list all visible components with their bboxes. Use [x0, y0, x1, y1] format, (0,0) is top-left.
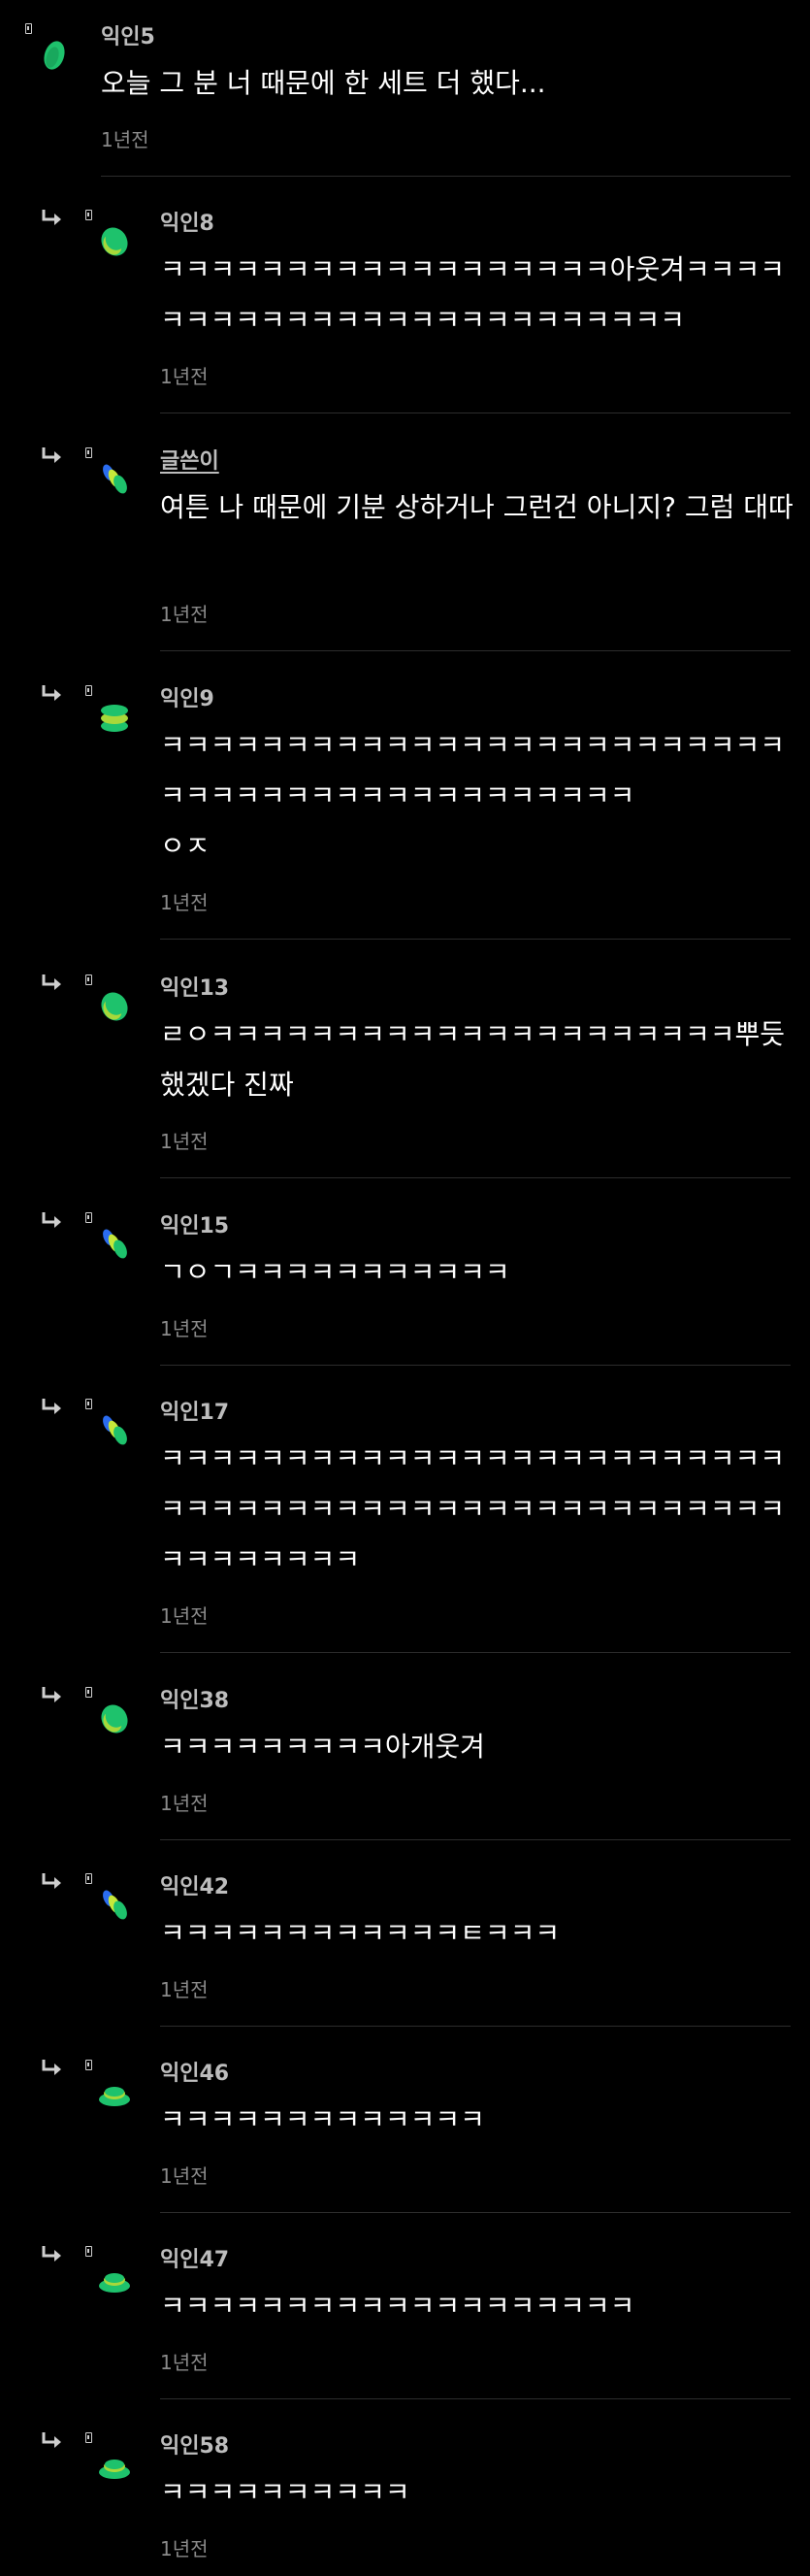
comment-divider	[160, 939, 791, 940]
green-oval-avatar-icon[interactable]	[96, 223, 133, 260]
comment-author[interactable]: 익인42	[160, 1869, 229, 1900]
comment-body: ㅋㅋㅋㅋㅋㅋㅋㅋㅋㅋㅋㅋㅋㅋㅋㅋㅋㅋㅋㅋㅋㅋㅋㅋㅋㅋㅋㅋㅋㅋㅋㅋㅋㅋㅋㅋㅋㅋㅋㅋ…	[160, 729, 786, 862]
comment-body: ㅋㅋㅋㅋㅋㅋㅋㅋㅋㅋㅋㅋㅋㅋㅋㅋㅋㅋㅋ	[160, 2290, 635, 2322]
comment-timestamp: 1년전	[160, 603, 209, 626]
comment-divider	[160, 650, 791, 651]
comment-body: ㅋㅋㅋㅋㅋㅋㅋㅋㅋ아개웃겨	[160, 1731, 485, 1763]
comment-author[interactable]: 익인38	[160, 1683, 229, 1714]
stacked-discs-avatar-icon[interactable]	[96, 699, 133, 736]
comment-author-op[interactable]: 글쓴이	[160, 444, 219, 475]
comment-timestamp: 1년전	[160, 1978, 209, 2001]
comment-body: 여튼 나 때문에 기분 상하거나 그런건 아니지? 그럼 대따	[160, 491, 794, 523]
reply-arrow-icon	[42, 210, 61, 225]
bookmark-icon[interactable]	[85, 447, 92, 458]
reply-arrow-icon	[42, 1399, 61, 1414]
comment-item: 익인5 오늘 그 분 너 때문에 한 세트 더 했다... 1년전	[0, 19, 810, 180]
reply-arrow-icon	[42, 2060, 61, 2075]
comment-list: 익인5 오늘 그 분 너 때문에 한 세트 더 했다... 1년전 익인8 ㅋㅋ…	[0, 0, 810, 2576]
bookmark-icon[interactable]	[85, 2246, 92, 2257]
comment-timestamp: 1년전	[160, 2351, 209, 2374]
comment-reply-item: 익인17 ㅋㅋㅋㅋㅋㅋㅋㅋㅋㅋㅋㅋㅋㅋㅋㅋㅋㅋㅋㅋㅋㅋㅋㅋㅋㅋㅋㅋㅋㅋㅋㅋㅋㅋㅋ…	[0, 1395, 810, 1655]
comment-reply-item: 익인47 ㅋㅋㅋㅋㅋㅋㅋㅋㅋㅋㅋㅋㅋㅋㅋㅋㅋㅋㅋ 1년전	[0, 2242, 810, 2400]
reply-arrow-icon	[42, 974, 61, 990]
reply-arrow-icon	[42, 1687, 61, 1702]
comment-author[interactable]: 익인17	[160, 1395, 229, 1426]
comment-author[interactable]: 익인47	[160, 2242, 229, 2273]
comment-divider	[160, 1652, 791, 1653]
comment-author[interactable]: 익인9	[160, 681, 214, 712]
green-oval-avatar-icon[interactable]	[96, 988, 133, 1025]
comment-author[interactable]: 익인15	[160, 1208, 229, 1239]
green-mound-avatar-icon[interactable]	[96, 2446, 133, 2483]
comment-timestamp: 1년전	[160, 1317, 209, 1340]
comment-reply-item: 익인15 ㄱㅇㄱㅋㅋㅋㅋㅋㅋㅋㅋㅋㅋㅋ 1년전	[0, 1208, 810, 1367]
comment-author[interactable]: 익인13	[160, 971, 229, 1002]
bookmark-icon[interactable]	[85, 1399, 92, 1409]
bookmark-icon[interactable]	[85, 685, 92, 696]
blue-yellow-green-avatar-icon[interactable]	[96, 1887, 133, 1924]
comment-divider	[160, 1365, 791, 1366]
reply-arrow-icon	[42, 447, 61, 463]
comment-timestamp: 1년전	[160, 1130, 209, 1153]
comment-body: ㅋㅋㅋㅋㅋㅋㅋㅋㅋㅋㅋㅋㅋㅋㅋㅋㅋㅋ아웃겨ㅋㅋㅋㅋㅋㅋㅋㅋㅋㅋㅋㅋㅋㅋㅋㅋㅋㅋㅋ…	[160, 253, 786, 336]
reply-arrow-icon	[42, 2246, 61, 2262]
comment-timestamp: 1년전	[160, 1792, 209, 1815]
bookmark-icon[interactable]	[85, 2060, 92, 2070]
comment-divider	[160, 1839, 791, 1840]
green-mound-avatar-icon[interactable]	[96, 2260, 133, 2296]
comment-reply-item: 익인46 ㅋㅋㅋㅋㅋㅋㅋㅋㅋㅋㅋㅋㅋ 1년전	[0, 2056, 810, 2214]
comment-author[interactable]: 익인46	[160, 2056, 229, 2087]
bookmark-icon[interactable]	[85, 1687, 92, 1698]
comment-reply-item: 익인38 ㅋㅋㅋㅋㅋㅋㅋㅋㅋ아개웃겨 1년전	[0, 1683, 810, 1841]
reply-arrow-icon	[42, 1873, 61, 1889]
comment-author[interactable]: 익인8	[160, 206, 214, 237]
green-oval-avatar-icon[interactable]	[37, 37, 74, 74]
comment-timestamp: 1년전	[160, 2537, 209, 2560]
comment-divider	[160, 2212, 791, 2213]
comment-reply-item: 익인42 ㅋㅋㅋㅋㅋㅋㅋㅋㅋㅋㅋㅋㅌㅋㅋㅋ 1년전	[0, 1869, 810, 2028]
comment-divider	[160, 2026, 791, 2027]
green-oval-avatar-icon[interactable]	[96, 1701, 133, 1737]
comment-divider	[160, 1177, 791, 1178]
comment-reply-item: 익인58 ㅋㅋㅋㅋㅋㅋㅋㅋㅋㅋ 1년전	[0, 2428, 810, 2574]
bookmark-icon[interactable]	[85, 210, 92, 220]
comment-author[interactable]: 익인58	[160, 2428, 229, 2460]
comment-body: ㅋㅋㅋㅋㅋㅋㅋㅋㅋㅋㅋㅋㅋ	[160, 2103, 485, 2135]
comment-author[interactable]: 익인5	[101, 19, 155, 50]
comment-timestamp: 1년전	[160, 365, 209, 388]
comment-reply-item: 익인13 ㄹㅇㅋㅋㅋㅋㅋㅋㅋㅋㅋㅋㅋㅋㅋㅋㅋㅋㅋㅋㅋㅋㅋ뿌듯했겠다 진짜 1년전	[0, 971, 810, 1180]
bookmark-icon[interactable]	[25, 23, 32, 34]
comment-body: ㅋㅋㅋㅋㅋㅋㅋㅋㅋㅋ	[160, 2476, 410, 2508]
comment-timestamp: 1년전	[160, 1604, 209, 1628]
comment-timestamp: 1년전	[160, 2164, 209, 2188]
comment-body: ㄹㅇㅋㅋㅋㅋㅋㅋㅋㅋㅋㅋㅋㅋㅋㅋㅋㅋㅋㅋㅋㅋㅋ뿌듯했겠다 진짜	[160, 1018, 786, 1101]
bookmark-icon[interactable]	[85, 1212, 92, 1223]
comment-timestamp: 1년전	[160, 891, 209, 914]
blue-yellow-green-avatar-icon[interactable]	[96, 1226, 133, 1263]
reply-arrow-icon	[42, 1212, 61, 1228]
bookmark-icon[interactable]	[85, 1873, 92, 1884]
bookmark-icon[interactable]	[85, 2432, 92, 2443]
comment-body: 오늘 그 분 너 때문에 한 세트 더 했다...	[101, 67, 546, 99]
comment-body: ㅋㅋㅋㅋㅋㅋㅋㅋㅋㅋㅋㅋㅌㅋㅋㅋ	[160, 1917, 561, 1949]
comment-body: ㄱㅇㄱㅋㅋㅋㅋㅋㅋㅋㅋㅋㅋㅋ	[160, 1256, 510, 1288]
blue-yellow-green-avatar-icon[interactable]	[96, 461, 133, 498]
green-mound-avatar-icon[interactable]	[96, 2073, 133, 2110]
comment-reply-item: 익인9 ㅋㅋㅋㅋㅋㅋㅋㅋㅋㅋㅋㅋㅋㅋㅋㅋㅋㅋㅋㅋㅋㅋㅋㅋㅋㅋㅋㅋㅋㅋㅋㅋㅋㅋㅋㅋ…	[0, 681, 810, 941]
bookmark-icon[interactable]	[85, 974, 92, 985]
comment-reply-item: 익인8 ㅋㅋㅋㅋㅋㅋㅋㅋㅋㅋㅋㅋㅋㅋㅋㅋㅋㅋ아웃겨ㅋㅋㅋㅋㅋㅋㅋㅋㅋㅋㅋㅋㅋㅋㅋ…	[0, 206, 810, 415]
comment-timestamp: 1년전	[101, 128, 149, 151]
reply-arrow-icon	[42, 2432, 61, 2448]
comment-reply-item: 글쓴이 여튼 나 때문에 기분 상하거나 그런건 아니지? 그럼 대따 1년전	[0, 444, 810, 653]
comment-body: ㅋㅋㅋㅋㅋㅋㅋㅋㅋㅋㅋㅋㅋㅋㅋㅋㅋㅋㅋㅋㅋㅋㅋㅋㅋㅋㅋㅋㅋㅋㅋㅋㅋㅋㅋㅋㅋㅋㅋㅋ…	[160, 1442, 786, 1575]
reply-arrow-icon	[42, 685, 61, 701]
blue-yellow-green-avatar-icon[interactable]	[96, 1412, 133, 1449]
comment-divider	[160, 2398, 791, 2399]
comment-divider	[101, 176, 791, 177]
